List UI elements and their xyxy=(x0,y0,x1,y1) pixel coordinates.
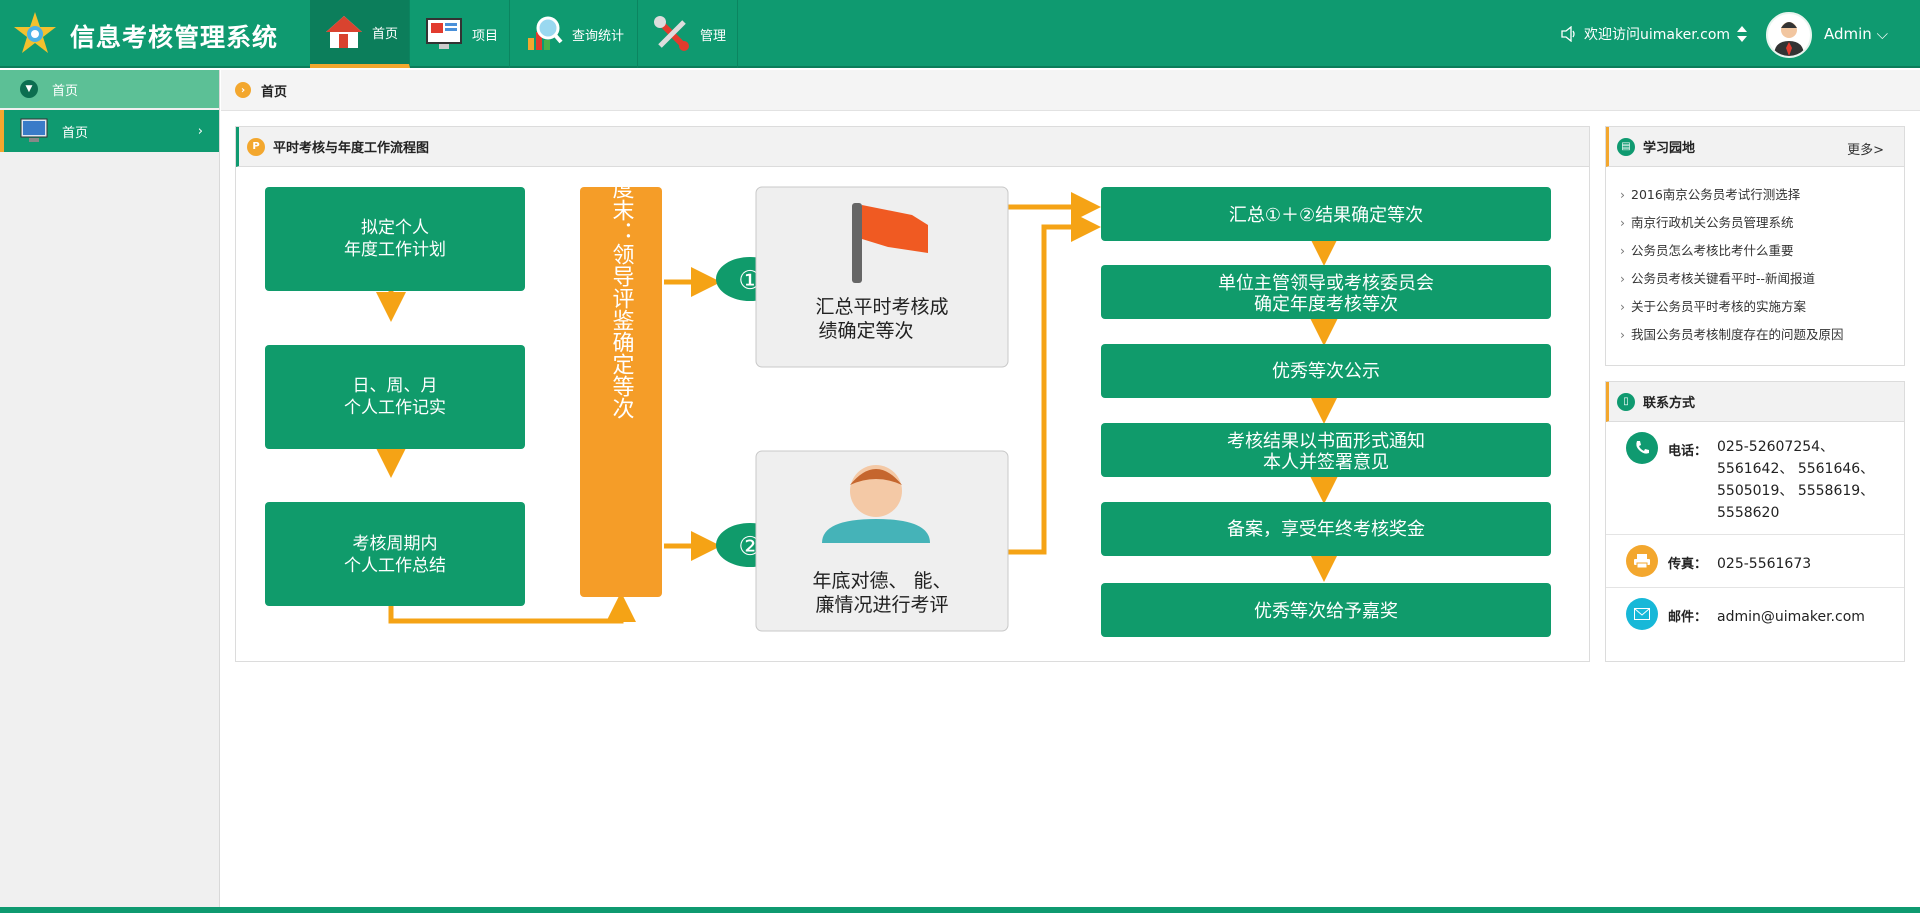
nav-project-label: 项目 xyxy=(472,28,499,44)
flow-step-record: 日、周、月 个人工作记实 xyxy=(265,345,525,449)
nav-home[interactable]: 首页 xyxy=(310,0,410,68)
list-item[interactable]: 公务员怎么考核比考什么重要 xyxy=(1620,237,1904,265)
flow-mid-box-1: 汇总平时考核成 绩确定等次 xyxy=(755,186,1009,368)
contact-panel: ▯ 联系方式 电话： 025-52607254、 5561642、 556164… xyxy=(1605,381,1905,662)
flow-right-6: 优秀等次给予嘉奖 xyxy=(1254,601,1398,622)
speaker-icon xyxy=(1561,26,1575,42)
flow-quarter-end-text: 季度末：领导评鉴确定等次 xyxy=(609,167,635,419)
phone-values: 025-52607254、 5561642、 5561646、 5505019、… xyxy=(1717,436,1874,524)
computer-icon xyxy=(20,118,48,142)
flow-right-3: 优秀等次公示 xyxy=(1272,361,1380,382)
chevron-down-icon: ⌵ xyxy=(1876,25,1888,43)
flow-panel-header: P 平时考核与年度工作流程图 xyxy=(236,127,1589,167)
sidebar: ▼ 首页 首页 › xyxy=(0,70,220,908)
flow-mid-1-line1: 汇总平时考核成 xyxy=(815,296,948,318)
list-item[interactable]: 关于公务员平时考核的实施方案 xyxy=(1620,293,1904,321)
book-icon: ▤ xyxy=(1617,137,1635,156)
flow-panel-title: 平时考核与年度工作流程图 xyxy=(273,141,430,156)
nav-project[interactable]: 项目 xyxy=(410,0,510,68)
nav-manage[interactable]: 管理 xyxy=(638,0,738,68)
flow-mid-1-line2: 绩确定等次 xyxy=(818,320,913,342)
flow-mid-box-2: 年底对德、 能、 廉情况进行考评 xyxy=(755,450,1009,632)
nav-stats[interactable]: 查询统计 xyxy=(510,0,638,68)
flow-step-summary-line2: 个人工作总结 xyxy=(344,556,446,576)
chevron-right-icon: › xyxy=(197,123,203,139)
flow-right-5: 备案，享受年终考核奖金 xyxy=(1227,519,1425,540)
flow-step-plan-line2: 年度工作计划 xyxy=(344,240,446,260)
sidebar-section-header[interactable]: ▼ 首页 xyxy=(0,70,219,108)
contact-panel-header: ▯ 联系方式 xyxy=(1606,382,1904,422)
top-navbar: 信息考核管理系统 首页 项目 查询统计 管理 欢迎访问uimaker.com A… xyxy=(0,0,1920,68)
flow-step-record-line1: 日、周、月 xyxy=(353,376,438,396)
flowchart: 拟定个人 年度工作计划 日、周、月 个人工作记实 考核周期内 个人工作总结 季度… xyxy=(265,167,1551,637)
flow-right-steps: 汇总①＋②结果确定等次 单位主管领导或考核委员会 确定年度考核等次 优秀等次公示… xyxy=(1101,187,1551,637)
welcome-notice[interactable]: 欢迎访问uimaker.com xyxy=(1560,24,1748,44)
contact-fax: 传真： 025-5561673 xyxy=(1606,535,1904,588)
breadcrumb-arrow-icon: › xyxy=(235,82,251,98)
flag-icon xyxy=(852,203,862,283)
collapse-icon: ▼ xyxy=(20,80,38,98)
flow-mid-2-line2: 廉情况进行考评 xyxy=(815,594,948,616)
list-item[interactable]: 我国公务员考核制度存在的问题及原因 xyxy=(1620,321,1904,349)
flow-step-plan: 拟定个人 年度工作计划 xyxy=(265,187,525,291)
phone-label: 电话： xyxy=(1668,444,1708,459)
more-link[interactable]: 更多> xyxy=(1847,139,1884,158)
flow-right-2-line2: 确定年度考核等次 xyxy=(1254,294,1398,315)
magnifier-chart-icon xyxy=(528,16,563,50)
user-menu[interactable]: Admin ⌵ xyxy=(1824,25,1888,43)
flow-right-4-line2: 本人并签署意见 xyxy=(1263,452,1389,473)
phone-line: 5558620 xyxy=(1717,505,1780,521)
list-item[interactable]: 南京行政机关公务员管理系统 xyxy=(1620,209,1904,237)
nav-stats-label: 查询统计 xyxy=(572,28,625,44)
house-icon xyxy=(326,16,362,48)
mail-icon xyxy=(1626,598,1658,630)
p-badge-icon: P xyxy=(247,137,265,156)
monitor-icon xyxy=(426,18,462,49)
nav-home-label: 首页 xyxy=(372,26,399,42)
username: Admin xyxy=(1824,25,1872,43)
flow-step-plan-line1: 拟定个人 xyxy=(361,218,429,238)
tools-icon xyxy=(654,16,689,51)
flow-right-4-line1: 考核结果以书面形式通知 xyxy=(1227,431,1425,452)
flow-step-summary: 考核周期内 个人工作总结 xyxy=(265,502,525,606)
email-value[interactable]: admin@uimaker.com xyxy=(1717,606,1865,628)
welcome-text: 欢迎访问uimaker.com xyxy=(1584,27,1731,43)
breadcrumb: › 首页 xyxy=(221,70,1920,111)
fax-value: 025-5561673 xyxy=(1717,556,1812,572)
flow-mid-2-line1: 年底对德、 能、 xyxy=(812,570,951,592)
contact-panel-title: 联系方式 xyxy=(1643,396,1696,411)
list-item[interactable]: 2016南京公务员考试行测选择 xyxy=(1620,181,1904,209)
flow-panel: P 平时考核与年度工作流程图 拟定个人 年度工作计划 日、周、月 个人工作记实 … xyxy=(235,126,1590,662)
mobile-icon: ▯ xyxy=(1617,392,1635,411)
phone-line: 025-52607254、 xyxy=(1717,439,1835,455)
printer-icon xyxy=(1626,545,1658,577)
sidebar-section-label: 首页 xyxy=(52,83,79,99)
phone-line: 5561642、 5561646、 xyxy=(1717,461,1875,477)
flow-step-record-line2: 个人工作记实 xyxy=(344,398,446,418)
flow-right-2-line1: 单位主管领导或考核委员会 xyxy=(1218,273,1434,294)
contact-phone: 电话： 025-52607254、 5561642、 5561646、 5505… xyxy=(1606,422,1904,535)
nav-manage-label: 管理 xyxy=(700,28,727,44)
list-item[interactable]: 公务员考核关键看平时--新闻报道 xyxy=(1620,265,1904,293)
learning-panel-title: 学习园地 xyxy=(1643,141,1696,156)
sidebar-item-label: 首页 xyxy=(62,125,89,141)
flow-step-summary-line1: 考核周期内 xyxy=(353,534,438,554)
phone-icon xyxy=(1626,432,1658,464)
breadcrumb-current: 首页 xyxy=(261,84,288,100)
learning-panel: ▤ 学习园地 更多> 2016南京公务员考试行测选择 南京行政机关公务员管理系统… xyxy=(1605,126,1905,366)
learning-panel-header: ▤ 学习园地 更多> xyxy=(1606,127,1904,167)
bottom-bar xyxy=(0,907,1920,913)
learning-list: 2016南京公务员考试行测选择 南京行政机关公务员管理系统 公务员怎么考核比考什… xyxy=(1606,167,1904,349)
fax-label: 传真： xyxy=(1668,557,1708,572)
email-label: 邮件： xyxy=(1668,610,1708,625)
contact-email: 邮件： admin@uimaker.com xyxy=(1606,588,1904,640)
flow-right-1: 汇总①＋②结果确定等次 xyxy=(1229,205,1423,226)
avatar[interactable] xyxy=(1766,12,1812,58)
star-logo-icon xyxy=(14,12,56,53)
phone-line: 5505019、 5558619、 xyxy=(1717,483,1875,499)
updown-arrow-icon[interactable] xyxy=(1736,25,1748,43)
app-title: 信息考核管理系统 xyxy=(70,23,279,52)
sidebar-item-home[interactable]: 首页 › xyxy=(0,110,219,152)
